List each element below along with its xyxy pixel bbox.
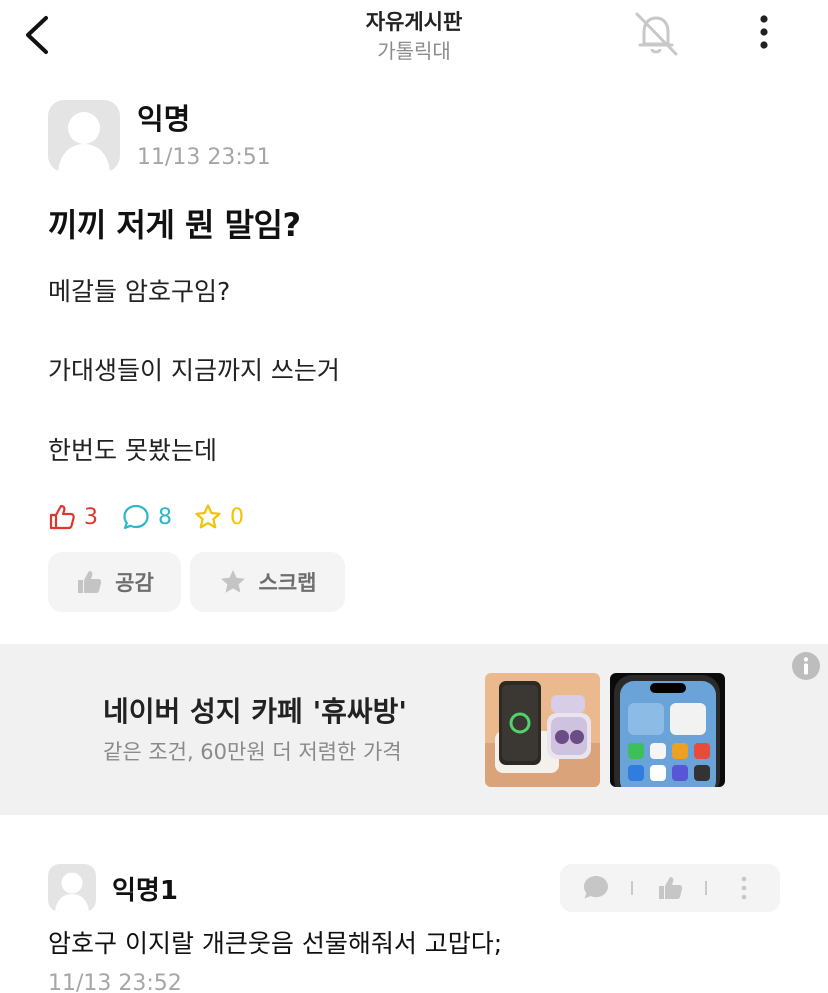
comment-count: 8: [122, 500, 172, 534]
star-outline-icon: [195, 504, 221, 529]
thumbs-up-icon[interactable]: [656, 874, 684, 902]
divider: [705, 881, 707, 895]
default-avatar-icon: [58, 112, 110, 172]
post-title: 끼끼 저게 뭔 말임?: [48, 206, 301, 244]
like-button[interactable]: 공감: [48, 552, 181, 612]
post-timestamp: 11/13 23:51: [137, 145, 271, 170]
speech-bubble-outline-icon: [123, 504, 149, 530]
comment-text: 암호구 이지랄 개큰웃음 선물해줘서 고맙다;: [48, 929, 503, 958]
post-body-line: 메갈들 암호구임?: [48, 277, 231, 306]
scrap-button-label: 스크랩: [258, 571, 317, 595]
author-avatar: [48, 100, 120, 172]
ad-banner[interactable]: 네이버 성지 카페 '휴싸방' 같은 조건, 60만원 더 저렴한 가격: [0, 644, 828, 815]
ad-subtitle: 같은 조건, 60만원 더 저렴한 가격: [103, 740, 402, 764]
bell-off-icon: [635, 12, 678, 56]
more-vertical-icon[interactable]: [730, 874, 758, 902]
thumbs-up-icon: [78, 571, 102, 593]
like-button-label: 공감: [115, 571, 154, 595]
notification-toggle-button[interactable]: [628, 8, 684, 58]
scrap-count: 0: [194, 500, 244, 534]
ad-product-image-earbuds: [485, 673, 600, 787]
more-options-button[interactable]: [746, 12, 782, 54]
scrap-count-value: 0: [230, 504, 244, 530]
post-body-line: 한번도 못봤는데: [48, 436, 217, 465]
post-body-line: 가대생들이 지금까지 쓰는거: [48, 356, 340, 385]
smartphone-illustration: [614, 675, 720, 787]
board-title: 자유게시판: [365, 10, 463, 34]
reply-icon[interactable]: [582, 874, 610, 902]
star-icon: [220, 570, 245, 593]
scrap-button[interactable]: 스크랩: [190, 552, 345, 612]
thumbs-up-outline-icon: [49, 504, 75, 530]
ad-product-image-phone: [610, 673, 725, 787]
comment-count-value: 8: [158, 504, 172, 530]
comment-action-bar: [560, 864, 780, 912]
more-vertical-icon: [760, 15, 768, 49]
author-name: 익명: [137, 102, 191, 136]
divider: [631, 881, 633, 895]
ad-info-button[interactable]: [791, 651, 821, 681]
comment-author-avatar: [48, 864, 96, 912]
like-count-value: 3: [84, 504, 98, 530]
school-name: 가톨릭대: [377, 39, 451, 63]
phone-and-earbuds-illustration: [485, 681, 600, 787]
top-bar: 자유게시판 가톨릭대: [0, 0, 828, 72]
info-icon: [792, 652, 820, 680]
like-count: 3: [48, 500, 98, 534]
comment-author-name: 익명1: [112, 876, 178, 906]
default-avatar-icon: [55, 872, 89, 912]
comment-timestamp: 11/13 23:52: [48, 971, 182, 993]
ad-title: 네이버 성지 카페 '휴싸방': [103, 695, 407, 728]
